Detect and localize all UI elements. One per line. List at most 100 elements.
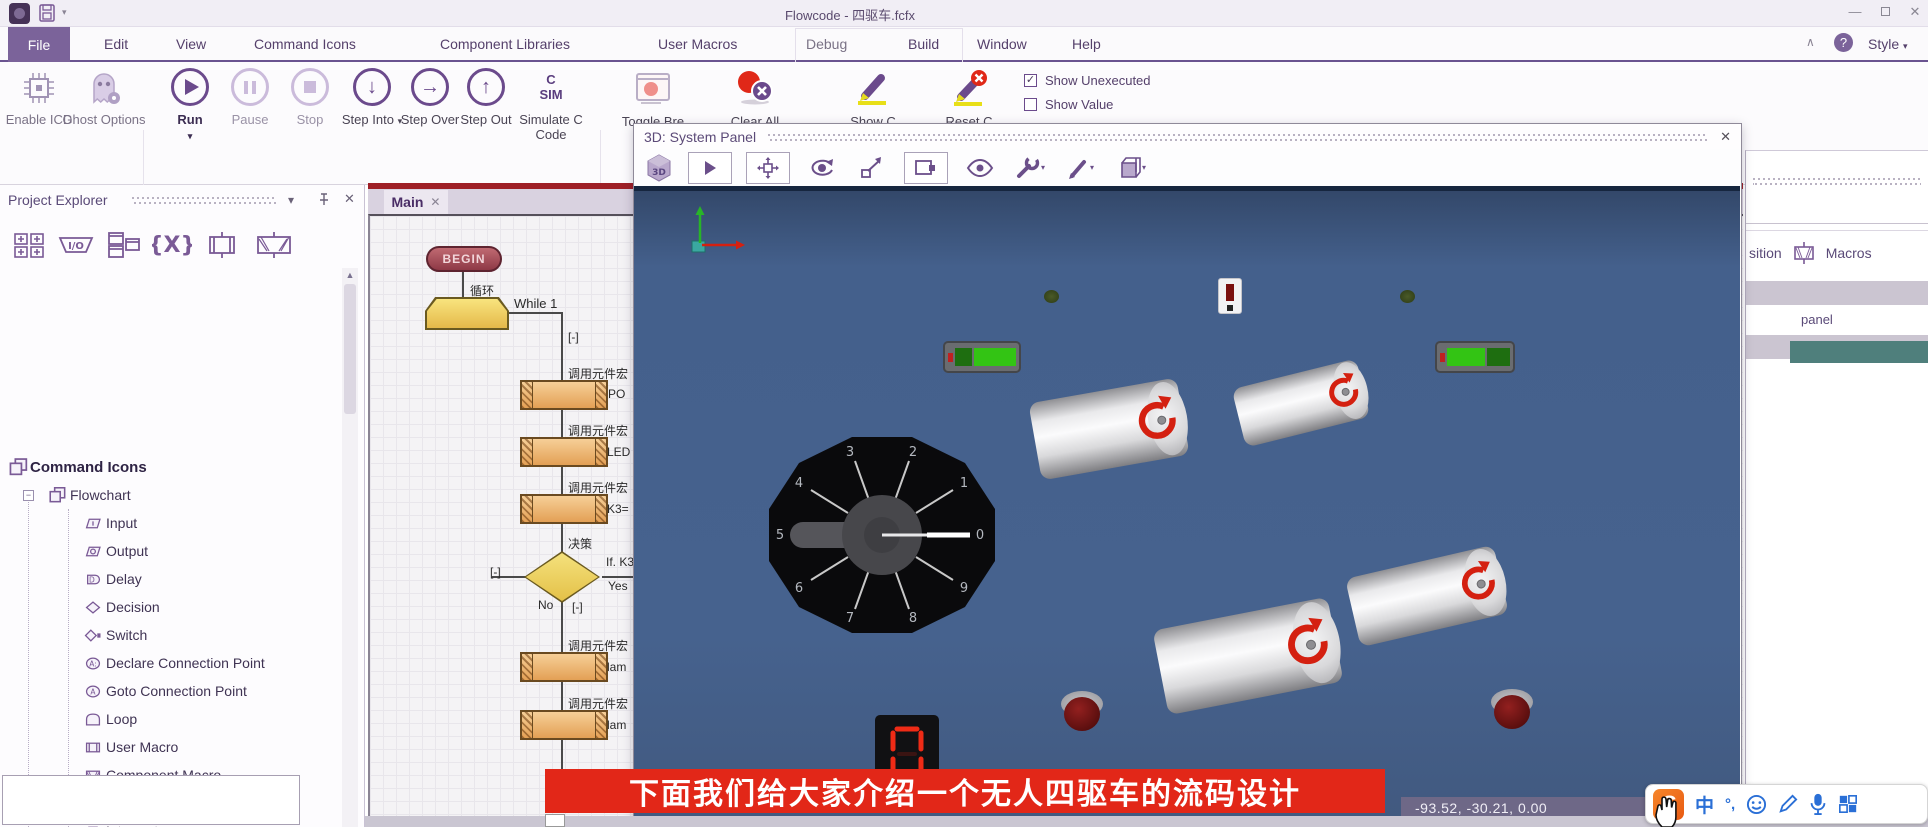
rotary-dial-component[interactable]: 0 1 2 3 4 5 6 7 8 9	[762, 430, 1004, 642]
panel3d-drag-handle[interactable]	[768, 134, 1708, 141]
menu-help[interactable]: Help	[1068, 34, 1105, 54]
ime-punctuation-icon[interactable]: °,	[1725, 796, 1735, 813]
motor-component[interactable]	[1028, 378, 1189, 481]
step-into-button[interactable]: ↓ Step Into ▾	[348, 68, 396, 106]
shape-dropdown-button[interactable]: ▾	[1112, 152, 1148, 184]
macros-button[interactable]: Macros	[1826, 245, 1872, 261]
flow-component-macro-node[interactable]	[520, 380, 608, 410]
windows-icon[interactable]	[106, 231, 142, 259]
scroll-up-icon[interactable]: ▲	[342, 270, 358, 280]
right-dock-selected-row[interactable]	[1790, 341, 1928, 363]
flow-while-node[interactable]	[425, 297, 509, 330]
menu-edit[interactable]: Edit	[100, 34, 132, 54]
stop-button[interactable]: Stop	[288, 68, 332, 106]
component-dot[interactable]	[1400, 290, 1415, 303]
panel3d-title-bar[interactable]: 3D: System Panel ✕	[634, 124, 1741, 149]
emoji-icon[interactable]	[1746, 794, 1767, 815]
ime-panel-grid-icon[interactable]	[1838, 794, 1858, 814]
clear-all-breakpoints-button[interactable]: Clear All	[730, 70, 780, 109]
macro-chip-icon[interactable]	[202, 231, 242, 259]
restore-button[interactable]	[1872, 4, 1898, 19]
menu-view[interactable]: View	[172, 34, 210, 54]
tree-item-declare-connection-point[interactable]: A: Declare Connection Point	[0, 649, 340, 677]
tree-item-decision[interactable]: Decision	[0, 593, 340, 621]
flow-collapse-marker[interactable]: [-]	[490, 565, 501, 579]
run-button[interactable]: Run▾	[168, 68, 212, 106]
scene-3d[interactable]: 0 1 2 3 4 5 6 7 8 9	[634, 186, 1740, 825]
handwriting-icon[interactable]	[1778, 794, 1798, 814]
menu-build[interactable]: Build	[904, 34, 943, 54]
minimize-button[interactable]: —	[1842, 4, 1868, 19]
grid-add-icon[interactable]	[12, 231, 46, 259]
motor-component[interactable]	[1232, 358, 1371, 447]
simulate-c-code-button[interactable]: CSIM Simulate C Code	[516, 68, 586, 102]
right-dock-row-panel[interactable]: panel	[1746, 305, 1928, 333]
visibility-button[interactable]	[962, 152, 998, 184]
menu-user-macros[interactable]: User Macros	[654, 34, 741, 54]
ime-language-icon[interactable]: 中	[1695, 791, 1714, 818]
expression-icon[interactable]: {X}	[152, 231, 192, 259]
flow-collapse-marker[interactable]: [-]	[568, 330, 579, 344]
tree-item-delay[interactable]: D Delay	[0, 565, 340, 593]
pause-button[interactable]: Pause	[228, 68, 272, 106]
panel3d-close-icon[interactable]: ✕	[1720, 129, 1731, 145]
lamp-component[interactable]	[1494, 695, 1530, 729]
orbit-tool-button[interactable]	[804, 152, 840, 184]
menu-file[interactable]: File	[8, 27, 70, 62]
menu-debug[interactable]: Debug	[802, 34, 851, 54]
ribbon-collapse-icon[interactable]: ∧	[1806, 35, 1815, 49]
tree-item-goto-connection-point[interactable]: A Goto Connection Point	[0, 677, 340, 705]
show-value-checkbox[interactable]: Show Value	[1024, 97, 1113, 112]
tree-item-flowchart[interactable]: Flowchart	[0, 481, 340, 509]
pin-icon[interactable]	[318, 193, 330, 206]
scrollbar-thumb[interactable]	[344, 284, 356, 414]
enable-icd-button[interactable]: Enable ICD	[10, 68, 68, 111]
panel-drag-handle[interactable]	[132, 197, 277, 204]
zoom-region-button[interactable]	[904, 152, 948, 184]
show-code-button[interactable]: Show C	[848, 70, 898, 109]
tree-item-command-icons[interactable]: Command Icons	[0, 453, 340, 481]
panel-menu-icon[interactable]: ▾	[288, 193, 294, 207]
style-dropdown[interactable]: Style ▾	[1864, 34, 1912, 54]
explorer-scrollbar[interactable]: ▲ ▼	[342, 268, 358, 827]
pan-tool-button[interactable]	[746, 152, 790, 184]
panel-close-icon[interactable]: ✕	[344, 191, 355, 207]
sensor-component[interactable]	[1218, 278, 1242, 314]
step-over-button[interactable]: → Step Over	[406, 68, 454, 106]
io-icon[interactable]: I/O	[56, 232, 96, 258]
led-bar-component[interactable]	[943, 341, 1021, 373]
close-button[interactable]: ✕	[1902, 4, 1928, 20]
reset-code-button[interactable]: Reset C	[944, 70, 994, 109]
help-icon[interactable]: ?	[1834, 33, 1853, 52]
motor-component[interactable]	[1345, 545, 1509, 647]
motor-component[interactable]	[1152, 597, 1343, 715]
flow-component-macro-node[interactable]	[520, 710, 608, 740]
show-unexecuted-checkbox[interactable]: ✓ Show Unexecuted	[1024, 73, 1151, 88]
lamp-component[interactable]	[1064, 697, 1100, 731]
tree-item-user-macro[interactable]: User Macro	[0, 733, 340, 761]
run-simulation-button[interactable]	[688, 152, 732, 184]
paint-dropdown-button[interactable]: ▾	[1062, 152, 1098, 184]
menu-window[interactable]: Window	[973, 34, 1031, 54]
flow-component-macro-node[interactable]	[520, 494, 608, 524]
position-button[interactable]: sition	[1749, 245, 1782, 261]
menu-command-icons[interactable]: Command Icons	[250, 34, 360, 54]
tree-item-switch[interactable]: Switch	[0, 621, 340, 649]
component-dot[interactable]	[1044, 290, 1059, 303]
flow-component-macro-node[interactable]	[520, 652, 608, 682]
tab-close-icon[interactable]: ✕	[430, 195, 440, 209]
ghost-options-button[interactable]: Ghost Options	[74, 68, 134, 111]
led-bar-component[interactable]	[1435, 341, 1515, 373]
menu-component-libraries[interactable]: Component Libraries	[436, 34, 574, 54]
flow-component-macro-node[interactable]	[520, 437, 608, 467]
tree-item-input[interactable]: Input	[0, 509, 340, 537]
step-out-button[interactable]: ↑ Step Out	[462, 68, 510, 106]
microphone-icon[interactable]	[1809, 793, 1827, 815]
panel-drag-handle[interactable]	[1753, 178, 1921, 185]
tree-item-output[interactable]: Output	[0, 537, 340, 565]
tree-item-loop[interactable]: Loop	[0, 705, 340, 733]
tab-main[interactable]: Main✕	[384, 190, 448, 214]
tools-dropdown-button[interactable]: ▾	[1012, 152, 1048, 184]
flow-collapse-marker[interactable]: [-]	[572, 600, 583, 614]
ime-toolbar[interactable]: S 中 °,	[1645, 784, 1928, 824]
